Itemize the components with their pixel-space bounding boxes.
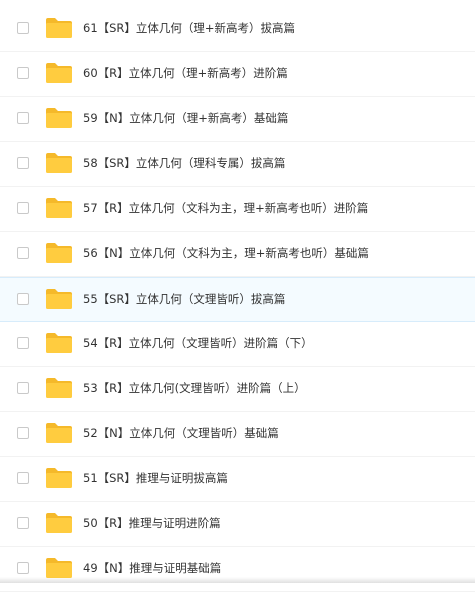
folder-icon xyxy=(45,107,73,129)
file-name[interactable]: 61【SR】立体几何（理+新高考）拔高篇 xyxy=(83,21,295,36)
bottom-scroll-shadow xyxy=(0,577,475,583)
row-checkbox[interactable] xyxy=(17,293,29,305)
row-checkbox[interactable] xyxy=(17,562,29,574)
row-checkbox[interactable] xyxy=(17,22,29,34)
folder-icon xyxy=(45,242,73,264)
list-item[interactable]: 58【SR】立体几何（理科专属）拔高篇 xyxy=(0,142,475,187)
row-checkbox[interactable] xyxy=(17,157,29,169)
row-checkbox[interactable] xyxy=(17,202,29,214)
folder-icon xyxy=(45,332,73,354)
folder-icon xyxy=(45,467,73,489)
file-name[interactable]: 59【N】立体几何（理+新高考）基础篇 xyxy=(83,111,288,126)
file-name[interactable]: 51【SR】推理与证明拔高篇 xyxy=(83,471,228,486)
file-name[interactable]: 58【SR】立体几何（理科专属）拔高篇 xyxy=(83,156,285,171)
file-name[interactable]: 57【R】立体几何（文科为主，理+新高考也听）进阶篇 xyxy=(83,201,368,216)
row-checkbox[interactable] xyxy=(17,382,29,394)
row-checkbox[interactable] xyxy=(17,337,29,349)
row-checkbox[interactable] xyxy=(17,67,29,79)
folder-icon xyxy=(45,377,73,399)
list-item[interactable]: 50【R】推理与证明进阶篇 xyxy=(0,502,475,547)
list-item[interactable]: 53【R】立体几何(文理皆听）进阶篇（上） xyxy=(0,367,475,412)
list-item-hovered[interactable]: 55【SR】立体几何（文理皆听）拔高篇 xyxy=(0,277,475,322)
file-list: 61【SR】立体几何（理+新高考）拔高篇 60【R】立体几何（理+新高考）进阶篇… xyxy=(0,7,475,592)
file-name[interactable]: 49【N】推理与证明基础篇 xyxy=(83,561,221,576)
list-item[interactable]: 54【R】立体几何（文理皆听）进阶篇（下） xyxy=(0,322,475,367)
folder-icon xyxy=(45,152,73,174)
list-item[interactable]: 59【N】立体几何（理+新高考）基础篇 xyxy=(0,97,475,142)
list-item[interactable]: 60【R】立体几何（理+新高考）进阶篇 xyxy=(0,52,475,97)
row-checkbox[interactable] xyxy=(17,517,29,529)
folder-icon xyxy=(45,62,73,84)
row-checkbox[interactable] xyxy=(17,427,29,439)
file-name[interactable]: 56【N】立体几何（文科为主，理+新高考也听）基础篇 xyxy=(83,246,369,261)
list-item[interactable]: 52【N】立体几何（文理皆听）基础篇 xyxy=(0,412,475,457)
folder-icon xyxy=(45,17,73,39)
list-item[interactable]: 56【N】立体几何（文科为主，理+新高考也听）基础篇 xyxy=(0,232,475,277)
folder-icon xyxy=(45,288,73,310)
file-name[interactable]: 55【SR】立体几何（文理皆听）拔高篇 xyxy=(83,292,285,307)
folder-icon xyxy=(45,557,73,579)
list-item[interactable]: 51【SR】推理与证明拔高篇 xyxy=(0,457,475,502)
folder-icon xyxy=(45,422,73,444)
folder-icon xyxy=(45,512,73,534)
file-name[interactable]: 52【N】立体几何（文理皆听）基础篇 xyxy=(83,426,279,441)
list-item[interactable]: 61【SR】立体几何（理+新高考）拔高篇 xyxy=(0,7,475,52)
file-name[interactable]: 60【R】立体几何（理+新高考）进阶篇 xyxy=(83,66,288,81)
list-item[interactable]: 49【N】推理与证明基础篇 xyxy=(0,547,475,592)
row-checkbox[interactable] xyxy=(17,247,29,259)
row-checkbox[interactable] xyxy=(17,112,29,124)
file-name[interactable]: 54【R】立体几何（文理皆听）进阶篇（下） xyxy=(83,336,313,351)
list-item[interactable]: 57【R】立体几何（文科为主，理+新高考也听）进阶篇 xyxy=(0,187,475,232)
row-checkbox[interactable] xyxy=(17,472,29,484)
folder-icon xyxy=(45,197,73,219)
file-name[interactable]: 53【R】立体几何(文理皆听）进阶篇（上） xyxy=(83,381,306,396)
file-name[interactable]: 50【R】推理与证明进阶篇 xyxy=(83,516,221,531)
